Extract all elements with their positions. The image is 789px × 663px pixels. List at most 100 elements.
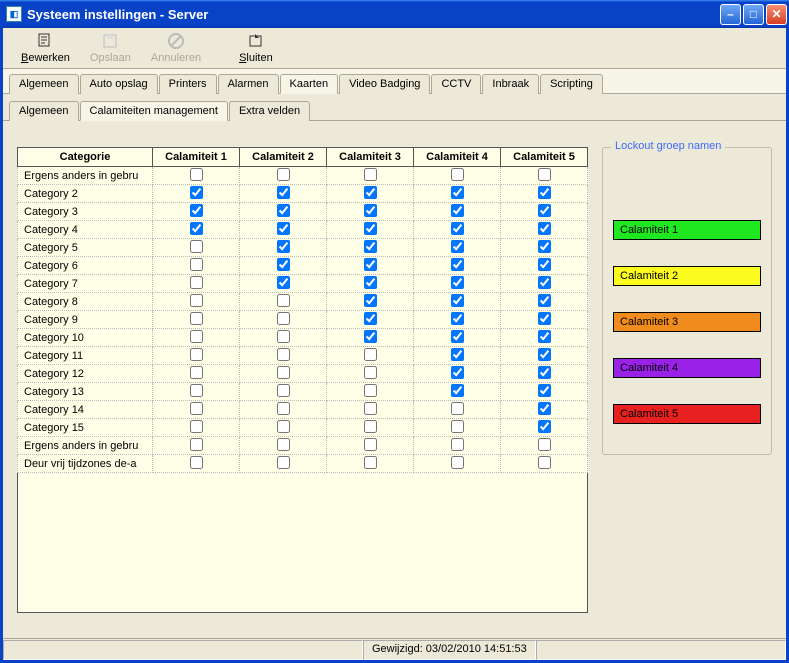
calamity-checkbox[interactable] xyxy=(190,330,203,343)
calamity-checkbox[interactable] xyxy=(451,204,464,217)
calamity-checkbox[interactable] xyxy=(277,258,290,271)
calamity-checkbox[interactable] xyxy=(538,366,551,379)
tab-scripting[interactable]: Scripting xyxy=(540,74,603,94)
calamity-checkbox[interactable] xyxy=(190,276,203,289)
calamity-checkbox[interactable] xyxy=(277,222,290,235)
calamity-checkbox[interactable] xyxy=(364,456,377,469)
lockout-color-field[interactable]: Calamiteit 3 xyxy=(613,312,761,332)
calamity-checkbox[interactable] xyxy=(364,402,377,415)
calamity-checkbox[interactable] xyxy=(538,420,551,433)
calamity-checkbox[interactable] xyxy=(451,402,464,415)
calamity-checkbox[interactable] xyxy=(190,348,203,361)
calamity-checkbox[interactable] xyxy=(364,312,377,325)
calamity-checkbox[interactable] xyxy=(364,330,377,343)
calamity-checkbox[interactable] xyxy=(451,348,464,361)
calamity-checkbox[interactable] xyxy=(538,348,551,361)
close-window-button[interactable]: ✕ xyxy=(766,4,787,25)
calamity-checkbox[interactable] xyxy=(190,222,203,235)
calamity-checkbox[interactable] xyxy=(190,384,203,397)
calamity-checkbox[interactable] xyxy=(451,366,464,379)
calamity-checkbox[interactable] xyxy=(364,348,377,361)
tab-algemeen[interactable]: Algemeen xyxy=(9,74,79,94)
calamity-checkbox[interactable] xyxy=(451,330,464,343)
calamity-checkbox[interactable] xyxy=(190,294,203,307)
calamity-checkbox[interactable] xyxy=(190,168,203,181)
calamity-checkbox[interactable] xyxy=(451,294,464,307)
calamity-checkbox[interactable] xyxy=(538,330,551,343)
subtab-algemeen[interactable]: Algemeen xyxy=(9,101,79,121)
calamity-checkbox[interactable] xyxy=(190,258,203,271)
calamity-checkbox[interactable] xyxy=(277,312,290,325)
calamity-checkbox[interactable] xyxy=(277,420,290,433)
tab-alarmen[interactable]: Alarmen xyxy=(218,74,279,94)
calamity-checkbox[interactable] xyxy=(277,330,290,343)
calamity-checkbox[interactable] xyxy=(451,312,464,325)
lockout-color-field[interactable]: Calamiteit 1 xyxy=(613,220,761,240)
tab-inbraak[interactable]: Inbraak xyxy=(482,74,539,94)
calamity-checkbox[interactable] xyxy=(451,456,464,469)
calamity-checkbox[interactable] xyxy=(538,384,551,397)
calamity-checkbox[interactable] xyxy=(277,384,290,397)
lockout-color-field[interactable]: Calamiteit 2 xyxy=(613,266,761,286)
calamity-checkbox[interactable] xyxy=(538,186,551,199)
calamity-checkbox[interactable] xyxy=(277,276,290,289)
calamity-checkbox[interactable] xyxy=(190,204,203,217)
calamity-checkbox[interactable] xyxy=(364,168,377,181)
calamity-checkbox[interactable] xyxy=(538,438,551,451)
calamity-checkbox[interactable] xyxy=(364,276,377,289)
lockout-color-field[interactable]: Calamiteit 5 xyxy=(613,404,761,424)
calamity-checkbox[interactable] xyxy=(277,294,290,307)
calamity-checkbox[interactable] xyxy=(364,294,377,307)
tab-auto-opslag[interactable]: Auto opslag xyxy=(80,74,158,94)
calamity-checkbox[interactable] xyxy=(538,258,551,271)
calamity-checkbox[interactable] xyxy=(364,222,377,235)
lockout-color-field[interactable]: Calamiteit 4 xyxy=(613,358,761,378)
calamity-checkbox[interactable] xyxy=(190,456,203,469)
calamity-checkbox[interactable] xyxy=(451,384,464,397)
tab-kaarten[interactable]: Kaarten xyxy=(280,74,339,94)
calamity-checkbox[interactable] xyxy=(538,276,551,289)
calamity-checkbox[interactable] xyxy=(277,366,290,379)
calamity-checkbox[interactable] xyxy=(364,366,377,379)
calamity-checkbox[interactable] xyxy=(364,384,377,397)
calamity-checkbox[interactable] xyxy=(364,204,377,217)
calamity-checkbox[interactable] xyxy=(364,438,377,451)
calamity-checkbox[interactable] xyxy=(451,438,464,451)
calamity-checkbox[interactable] xyxy=(190,186,203,199)
calamity-checkbox[interactable] xyxy=(451,258,464,271)
subtab-extra-velden[interactable]: Extra velden xyxy=(229,101,310,121)
subtab-calamiteiten-management[interactable]: Calamiteiten management xyxy=(80,101,228,121)
calamity-checkbox[interactable] xyxy=(538,312,551,325)
calamity-checkbox[interactable] xyxy=(538,222,551,235)
calamity-checkbox[interactable] xyxy=(538,402,551,415)
maximize-button[interactable]: □ xyxy=(743,4,764,25)
calamity-checkbox[interactable] xyxy=(277,186,290,199)
calamity-checkbox[interactable] xyxy=(538,456,551,469)
calamity-checkbox[interactable] xyxy=(538,168,551,181)
tab-cctv[interactable]: CCTV xyxy=(431,74,481,94)
calamity-checkbox[interactable] xyxy=(277,168,290,181)
calamity-checkbox[interactable] xyxy=(538,204,551,217)
calamity-checkbox[interactable] xyxy=(190,438,203,451)
minimize-button[interactable]: – xyxy=(720,4,741,25)
calamity-checkbox[interactable] xyxy=(190,402,203,415)
calamity-checkbox[interactable] xyxy=(190,420,203,433)
calamity-checkbox[interactable] xyxy=(190,312,203,325)
calamity-checkbox[interactable] xyxy=(277,402,290,415)
calamity-checkbox[interactable] xyxy=(190,366,203,379)
calamity-checkbox[interactable] xyxy=(277,348,290,361)
calamity-checkbox[interactable] xyxy=(364,186,377,199)
calamity-checkbox[interactable] xyxy=(190,240,203,253)
calamity-checkbox[interactable] xyxy=(364,258,377,271)
calamity-checkbox[interactable] xyxy=(451,168,464,181)
calamity-checkbox[interactable] xyxy=(451,240,464,253)
edit-button[interactable]: Bewerken xyxy=(11,30,80,66)
calamity-checkbox[interactable] xyxy=(277,456,290,469)
tab-video-badging[interactable]: Video Badging xyxy=(339,74,430,94)
calamity-checkbox[interactable] xyxy=(364,240,377,253)
calamity-checkbox[interactable] xyxy=(364,420,377,433)
calamity-checkbox[interactable] xyxy=(451,186,464,199)
calamity-checkbox[interactable] xyxy=(451,222,464,235)
calamity-checkbox[interactable] xyxy=(277,438,290,451)
tab-printers[interactable]: Printers xyxy=(159,74,217,94)
